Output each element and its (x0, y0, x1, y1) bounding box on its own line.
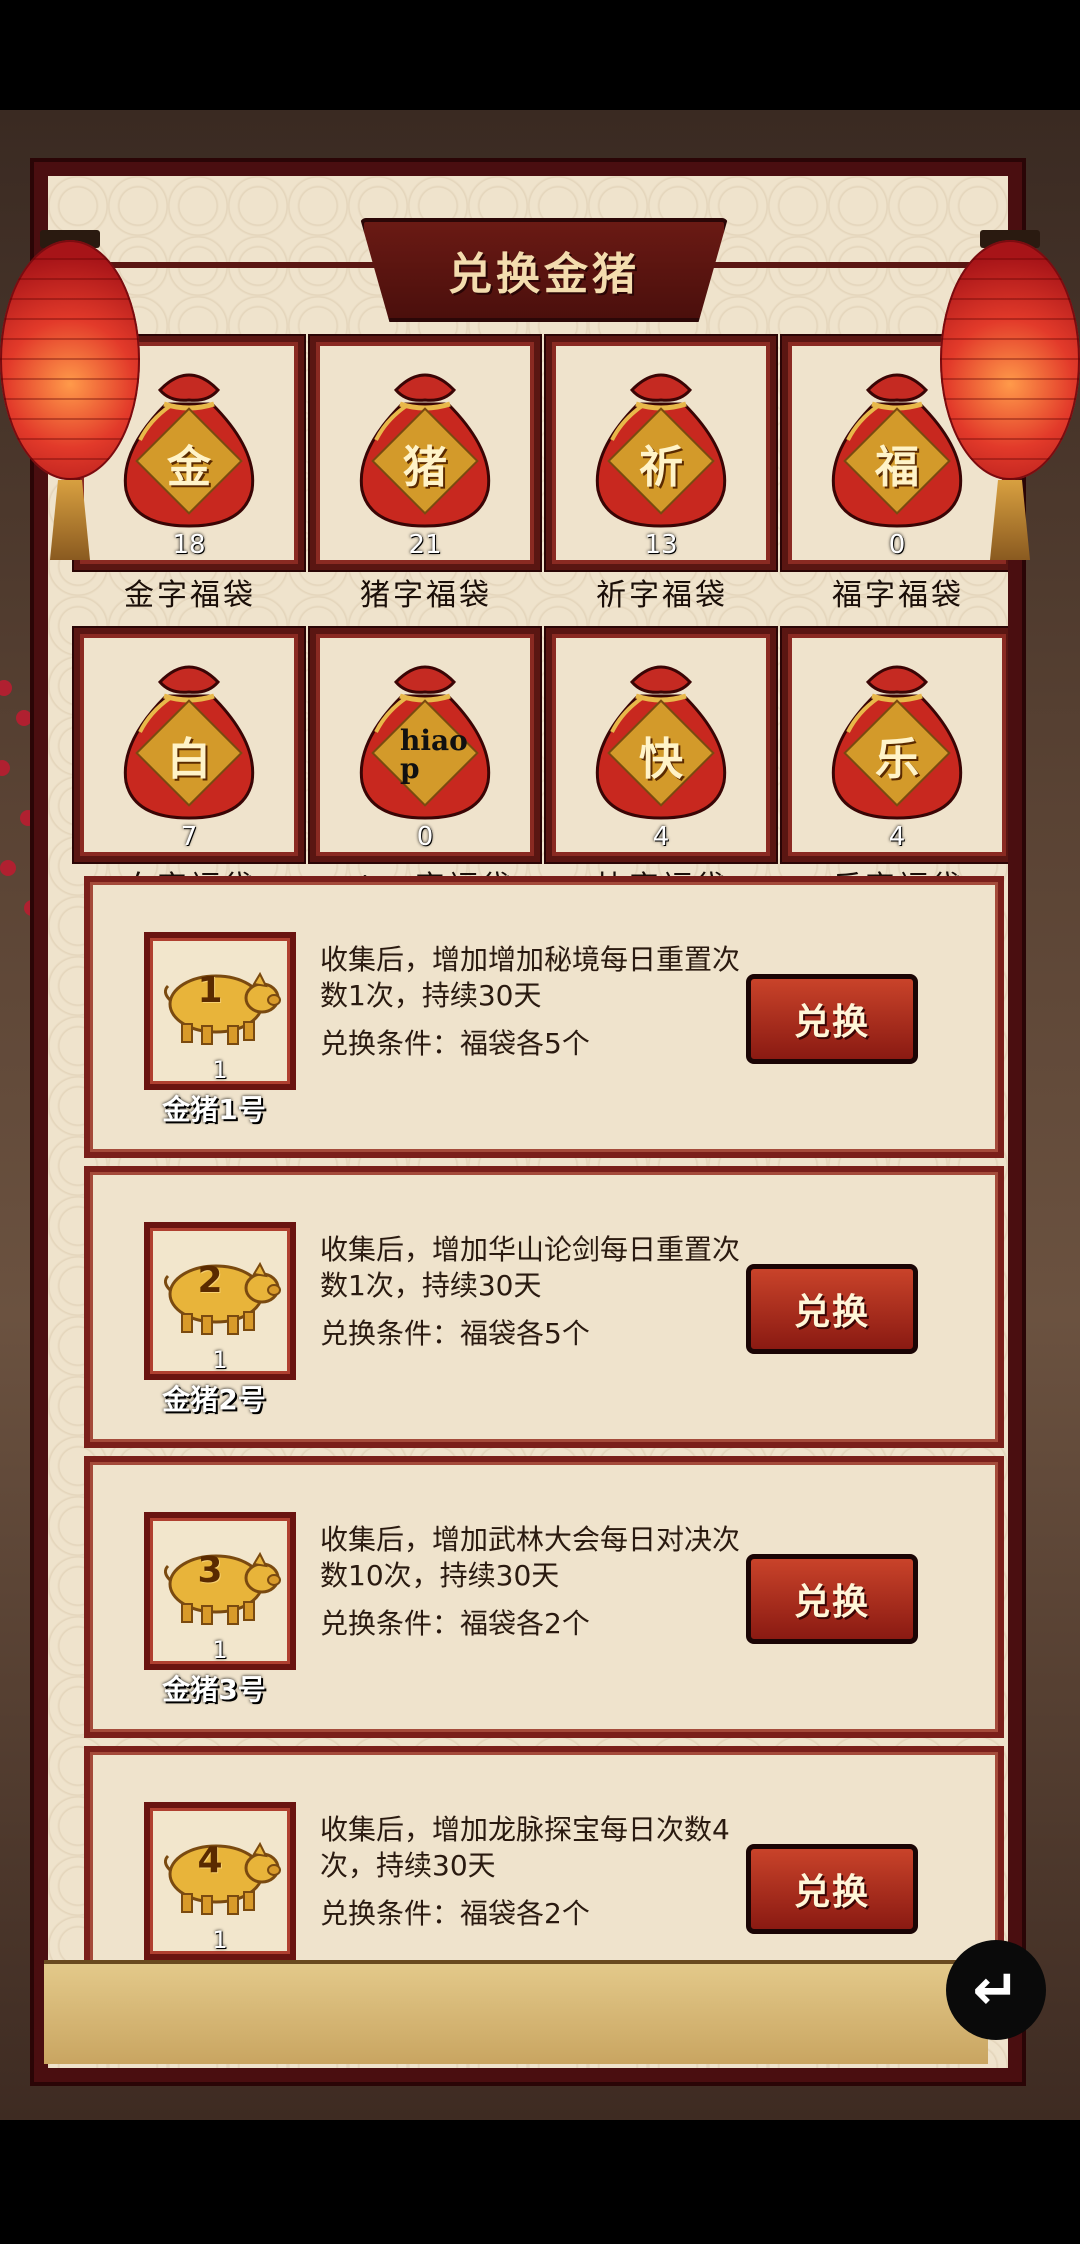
corner-knot-decor (84, 1456, 130, 1502)
pig-count: 1 (212, 1346, 228, 1374)
bag-character: 快 (639, 734, 683, 785)
bag-label: 祈字福袋 (596, 578, 728, 613)
pig-number: 2 (197, 1260, 223, 1301)
lantern-right-icon (940, 230, 1080, 560)
bag-tile-5[interactable]: hiao p 0 (310, 628, 540, 862)
bag-tile-2[interactable]: 祈 13 (546, 336, 776, 570)
corner-knot-decor (84, 876, 130, 922)
bag-count: 7 (180, 822, 198, 852)
exchange-button[interactable]: 兑换 (746, 974, 918, 1064)
title-plate: 兑换金猪 (360, 218, 728, 322)
bag-count: 4 (652, 822, 670, 852)
exchange-condition: 兑换条件：福袋各5个 (320, 1317, 590, 1350)
exchange-panel: 金18金字福袋 猪21猪字福袋 祈13祈字福袋 福0福字福袋 白7白字福袋 hi… (30, 158, 1026, 2086)
bag-count: 18 (172, 530, 206, 560)
golden-pig-tile: 2 1 (144, 1222, 296, 1380)
exchange-button[interactable]: 兑换 (746, 1844, 918, 1934)
corner-knot-decor (958, 1402, 1004, 1448)
corner-knot-decor (84, 1166, 130, 1212)
bag-tile-7[interactable]: 乐4 (782, 628, 1008, 862)
bag-character: 祈 (639, 442, 683, 493)
bag-count: 21 (408, 530, 442, 560)
golden-pig-tile: 1 1 (144, 932, 296, 1090)
corner-knot-decor (958, 876, 1004, 922)
back-button[interactable]: ↵ (946, 1940, 1046, 2040)
bag-tile-4[interactable]: 白7 (74, 628, 304, 862)
corner-knot-decor (84, 1692, 130, 1738)
bag-count: 0 (416, 822, 434, 852)
bag-character: hiao p (400, 724, 468, 785)
exchange-button[interactable]: 兑换 (746, 1264, 918, 1354)
pig-count: 1 (212, 1056, 228, 1084)
reward-description: 收集后，增加武林大会每日对决次数10次，持续30天 (320, 1523, 741, 1592)
reward-description: 收集后，增加龙脉探宝每日次数4次，持续30天 (320, 1813, 730, 1882)
bag-character: 福 (875, 442, 919, 493)
bag-label: 猪字福袋 (360, 578, 492, 613)
bag-character: 白 (167, 734, 211, 785)
exchange-condition: 兑换条件：福袋各2个 (320, 1607, 590, 1640)
corner-knot-decor (84, 1112, 130, 1158)
corner-knot-decor (84, 1402, 130, 1448)
back-arrow-icon: ↵ (972, 1957, 1020, 2023)
pig-number: 3 (197, 1550, 223, 1591)
reward-description: 收集后，增加增加秘境每日重置次数1次，持续30天 (320, 943, 741, 1012)
exchange-button-label: 兑换 (793, 1581, 870, 1623)
lantern-left-icon (0, 230, 140, 560)
corner-knot-decor (958, 1166, 1004, 1212)
pig-count: 1 (212, 1636, 228, 1664)
reward-row-1: 1 1 金猪1号 收集后，增加增加秘境每日重置次数1次，持续30天 兑换条件：福… (84, 876, 1004, 1158)
corner-knot-decor (958, 1746, 1004, 1792)
bag-count: 0 (888, 530, 906, 560)
bag-tile-6[interactable]: 快4 (546, 628, 776, 862)
panel-parchment: 金18金字福袋 猪21猪字福袋 祈13祈字福袋 福0福字福袋 白7白字福袋 hi… (48, 176, 1008, 2068)
pig-name: 金猪3号 (162, 1673, 266, 1706)
bag-character: 金 (167, 442, 211, 493)
bag-label: 金字福袋 (124, 578, 256, 613)
exchange-condition: 兑换条件：福袋各5个 (320, 1027, 590, 1060)
pig-name: 金猪2号 (162, 1383, 266, 1416)
exchange-button-label: 兑换 (793, 1001, 870, 1043)
bottom-cloud-band (44, 1960, 988, 2064)
exchange-condition: 兑换条件：福袋各2个 (320, 1897, 590, 1930)
corner-knot-decor (958, 1112, 1004, 1158)
bag-count: 4 (888, 822, 906, 852)
reward-row-2: 2 1 金猪2号 收集后，增加华山论剑每日重置次数1次，持续30天 兑换条件：福… (84, 1166, 1004, 1448)
pig-count: 1 (212, 1926, 228, 1954)
bag-tile-1[interactable]: 猪 21 (310, 336, 540, 570)
golden-pig-tile: 3 1 (144, 1512, 296, 1670)
pig-number: 1 (197, 970, 223, 1011)
bag-character: 猪 (403, 442, 447, 493)
game-scene: 金18金字福袋 猪21猪字福袋 祈13祈字福袋 福0福字福袋 白7白字福袋 hi… (0, 110, 1080, 2120)
bag-label: 福字福袋 (832, 578, 964, 613)
exchange-button-label: 兑换 (793, 1291, 870, 1333)
exchange-button-label: 兑换 (793, 1871, 870, 1913)
pig-name: 金猪1号 (162, 1093, 266, 1126)
corner-knot-decor (84, 1746, 130, 1792)
golden-pig-tile: 4 1 (144, 1802, 296, 1960)
pig-number: 4 (197, 1840, 223, 1881)
reward-row-3: 3 1 金猪3号 收集后，增加武林大会每日对决次数10次，持续30天 兑换条件：… (84, 1456, 1004, 1738)
page-title: 兑换金猪 (448, 249, 640, 300)
exchange-button[interactable]: 兑换 (746, 1554, 918, 1644)
corner-knot-decor (958, 1456, 1004, 1502)
bag-count: 13 (644, 530, 678, 560)
reward-description: 收集后，增加华山论剑每日重置次数1次，持续30天 (320, 1233, 741, 1302)
bag-character: 乐 (875, 734, 919, 785)
corner-knot-decor (958, 1692, 1004, 1738)
